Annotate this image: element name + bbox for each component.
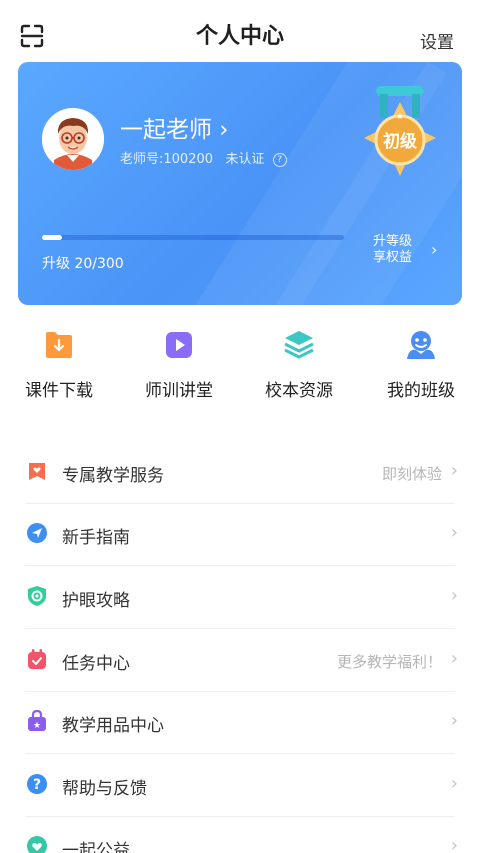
question-circle-icon[interactable]: ?: [272, 153, 287, 167]
eye-shield-icon: [28, 586, 46, 606]
teacher-name-link[interactable]: 一起老师 ›: [120, 110, 229, 144]
quick-entry-my-class[interactable]: 我的班级: [366, 328, 476, 401]
layers-icon: [284, 331, 314, 359]
settings-button[interactable]: 设置: [420, 28, 454, 53]
page-title: 个人中心: [195, 24, 284, 49]
menu-item-label: 帮助与反馈: [62, 779, 147, 799]
class-people-icon: [407, 331, 435, 359]
medal-level-text: 初级: [383, 131, 417, 152]
auth-status[interactable]: 未认证: [225, 152, 264, 167]
teacher-info: 老师号:100200 未认证 ?: [120, 148, 287, 167]
video-play-icon: [166, 332, 192, 358]
svg-text:★: ★: [396, 112, 403, 121]
level-medal-icon[interactable]: ★ 初级: [350, 82, 450, 194]
cartoon-teacher-avatar-icon: [42, 108, 104, 170]
menu-item-label: 新手指南: [62, 528, 130, 548]
teacher-id: 老师号:100200: [120, 152, 214, 167]
menu-item-note: 更多教学福利！: [336, 653, 442, 671]
menu-item-eye-care[interactable]: 护眼攻略 ›: [0, 567, 480, 629]
level-progress-bar: [42, 235, 344, 240]
chevron-right-icon: ›: [450, 710, 458, 731]
quick-entry-teacher-training[interactable]: 师训讲堂: [124, 328, 234, 401]
menu-item-help-feedback[interactable]: ? 帮助与反馈 ›: [0, 755, 480, 817]
level-progress-text: 升级 20/300: [42, 256, 124, 272]
menu-item-task-center[interactable]: 任务中心 更多教学福利！ ›: [0, 630, 480, 692]
quick-entry-label: 校本资源: [265, 381, 333, 401]
upgrade-line-2: 享权益: [373, 250, 413, 265]
upgrade-benefits-link[interactable]: 升等级 享权益 ›: [373, 234, 453, 274]
chevron-right-icon: ›: [450, 460, 458, 481]
level-progress-fill: [42, 235, 63, 240]
avatar[interactable]: [42, 108, 104, 170]
heart-bookmark-icon: [29, 463, 45, 480]
menu-item-label: 护眼攻略: [62, 591, 130, 611]
svg-text:★: ★: [33, 721, 41, 731]
navigation-arrow-icon: [27, 523, 47, 543]
quick-entry-label: 课件下载: [25, 381, 93, 401]
download-folder-icon: [46, 332, 72, 358]
menu-item-label: 一起公益: [62, 841, 130, 853]
menu-item-note: 即刻体验: [381, 465, 442, 483]
divider: [25, 628, 455, 629]
quick-entry-courseware-download[interactable]: 课件下载: [4, 328, 114, 401]
top-bar: 个人中心 设置: [0, 0, 480, 64]
chevron-right-icon: ›: [450, 648, 458, 669]
divider: [25, 753, 455, 754]
menu-item-charity[interactable]: 一起公益 ›: [0, 817, 480, 853]
menu-item-label: 教学用品中心: [62, 716, 164, 736]
chevron-right-icon: ›: [450, 835, 458, 853]
quick-entry-label: 师训讲堂: [145, 381, 213, 401]
menu-item-label: 任务中心: [62, 654, 130, 674]
quick-entry-school-resources[interactable]: 校本资源: [244, 328, 354, 401]
shopping-bag-icon: ★: [28, 710, 46, 731]
upgrade-line-1: 升等级: [373, 234, 413, 249]
chevron-right-icon: ›: [431, 240, 438, 259]
menu-item-teaching-supplies[interactable]: ★ 教学用品中心 ›: [0, 692, 480, 754]
profile-card[interactable]: 一起老师 › 老师号:100200 未认证 ? ★ 初级 升级 20/300 升…: [18, 62, 462, 305]
calendar-task-icon: [28, 649, 46, 669]
charity-heart-icon: [27, 836, 47, 853]
menu-item-exclusive-service[interactable]: 专属教学服务 即刻体验 ›: [0, 442, 480, 504]
chevron-right-icon: ›: [450, 585, 458, 606]
quick-entry-label: 我的班级: [387, 381, 455, 401]
divider: [25, 565, 455, 566]
chevron-right-icon: ›: [450, 522, 458, 543]
chevron-right-icon: ›: [450, 773, 458, 794]
help-circle-icon: ?: [27, 774, 47, 794]
menu-item-label: 专属教学服务: [62, 466, 164, 486]
svg-text:?: ?: [33, 777, 41, 793]
menu-item-beginner-guide[interactable]: 新手指南 ›: [0, 504, 480, 566]
